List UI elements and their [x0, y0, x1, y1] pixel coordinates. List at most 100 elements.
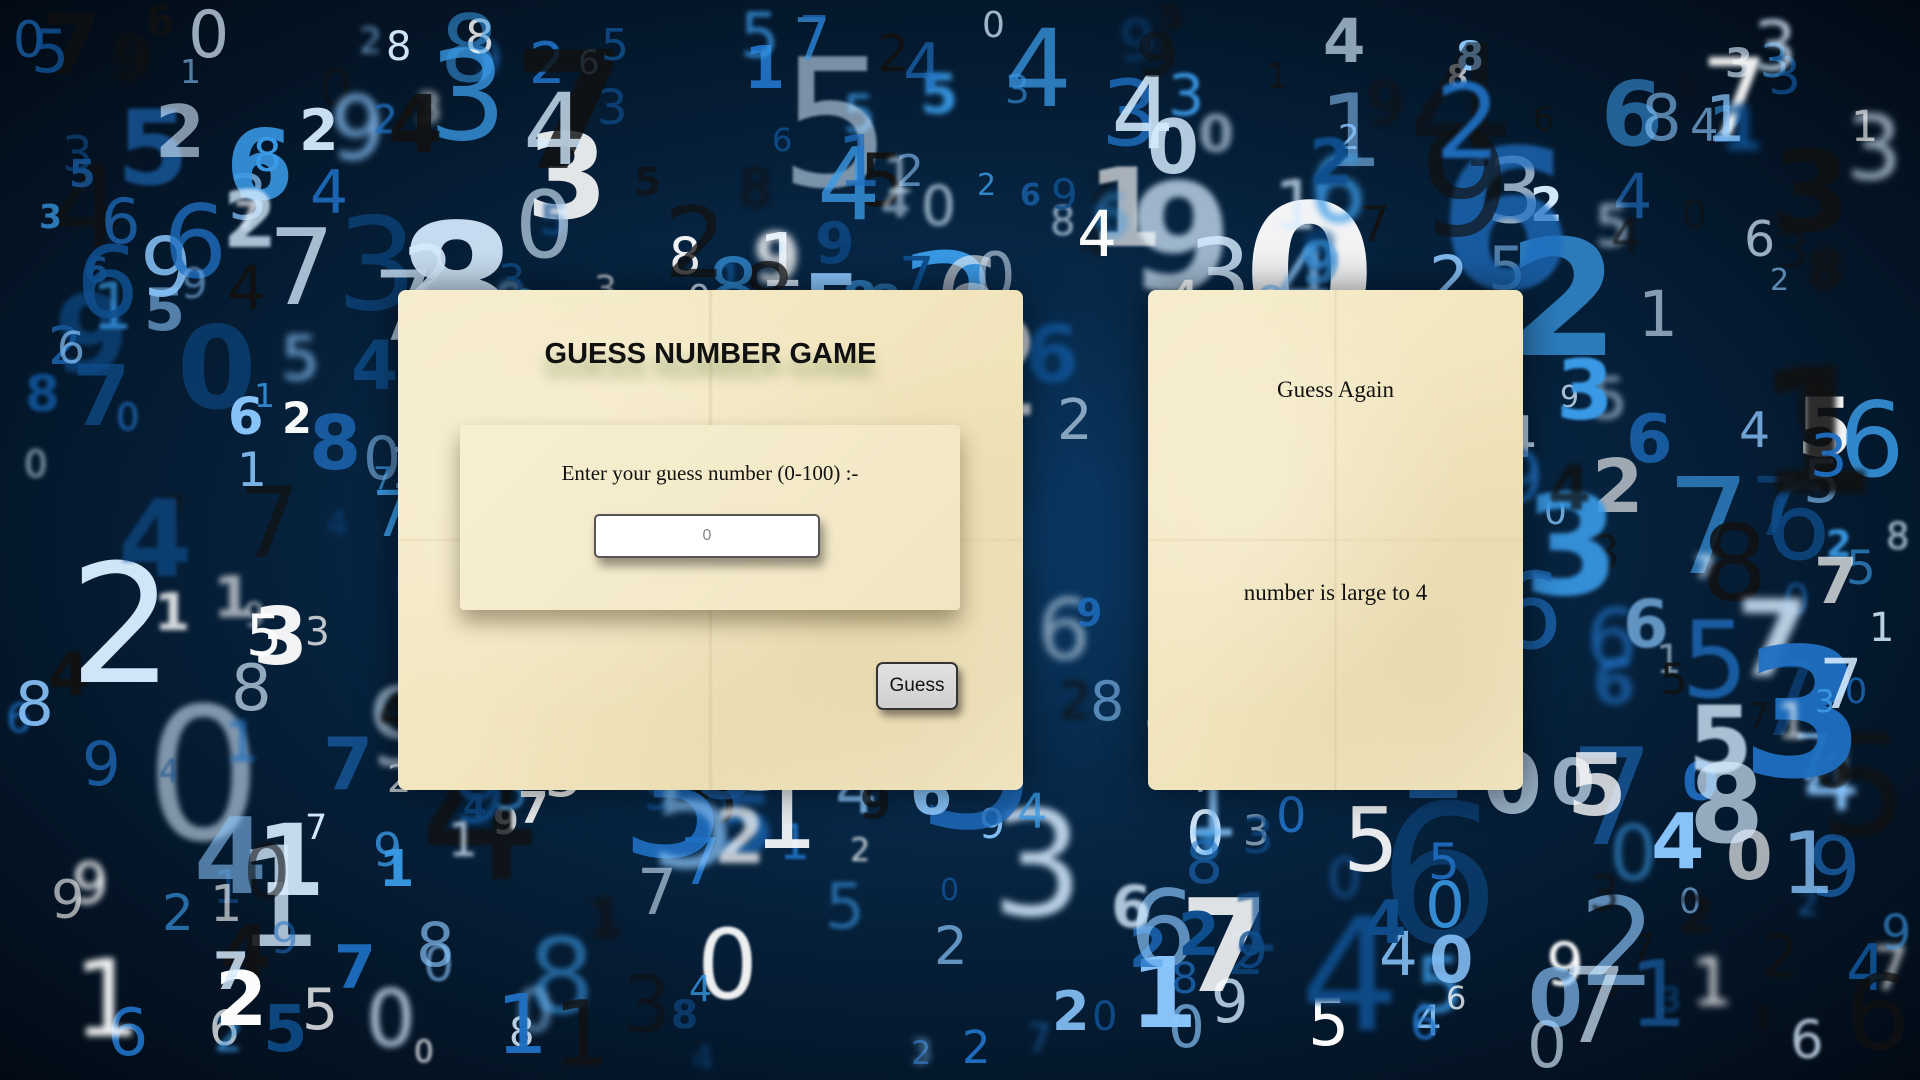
background-digit: 3	[1589, 866, 1620, 922]
background-digit: 6	[76, 226, 139, 341]
background-digit: 1	[379, 840, 415, 899]
background-digit: 0	[243, 828, 291, 916]
guess-number-input[interactable]	[594, 514, 820, 558]
background-digit: 5	[1343, 789, 1399, 892]
background-digit: 8	[1090, 670, 1125, 733]
background-digit: 9	[1236, 922, 1268, 980]
background-digit: 3	[1242, 807, 1274, 865]
guess-prompt-label: Enter your guess number (0-100) :-	[561, 461, 859, 485]
background-digit: 8	[1689, 743, 1765, 868]
background-digit: 3	[1753, 7, 1797, 87]
background-digit: 3	[911, 1032, 932, 1071]
background-digit: 7	[323, 722, 374, 806]
background-digit: 0	[921, 174, 956, 238]
background-digit: 1	[586, 887, 624, 950]
guess-input-card: Enter your guess number (0-100) :-	[460, 425, 960, 610]
background-digit: 0	[24, 443, 48, 486]
background-digit: 9	[1051, 170, 1078, 219]
background-digit: 2	[1052, 980, 1090, 1043]
background-digit: 1	[1777, 693, 1809, 750]
background-digit: 6	[1592, 646, 1636, 719]
background-digit: 5	[740, 0, 780, 72]
background-digit: 6	[1533, 99, 1554, 138]
background-digit: 8	[25, 365, 60, 423]
background-digit: 2	[359, 21, 382, 62]
background-digit: 4	[1323, 6, 1366, 77]
background-digit: 8	[15, 669, 54, 740]
background-digit: 2	[934, 916, 968, 977]
background-digit: 9	[1366, 69, 1405, 139]
background-digit: 0	[414, 1034, 434, 1070]
background-digit: 8	[739, 159, 773, 219]
background-digit: 3	[39, 197, 62, 236]
background-digit: 1	[496, 978, 549, 1073]
background-digit: 0	[116, 396, 140, 439]
background-digit: 1	[1705, 83, 1746, 157]
background-digit: 8	[1185, 828, 1224, 898]
background-digit: 2	[1059, 672, 1092, 731]
background-digit: 5	[1567, 736, 1627, 836]
background-digit: 5	[263, 993, 308, 1067]
background-digit: 2	[962, 1021, 991, 1074]
background-digit: 4	[1739, 402, 1771, 459]
background-digit: 6	[1790, 1010, 1824, 1071]
background-digit: 3	[1772, 126, 1851, 258]
background-digit: 1	[237, 443, 267, 498]
background-digit: 2	[1770, 263, 1790, 298]
background-digit: 6	[1626, 400, 1673, 478]
background-digit: 1	[837, 120, 883, 203]
background-digit: 6	[1020, 178, 1041, 213]
background-digit: 8	[440, 0, 500, 103]
background-digit: 0	[1092, 994, 1118, 1040]
background-digit: 0	[366, 975, 416, 1065]
background-digit: 3	[622, 961, 672, 1051]
background-digit: 1	[883, 147, 915, 205]
background-digit: 2	[282, 394, 312, 444]
background-digit: 2	[223, 176, 278, 266]
background-digit: 7	[268, 207, 335, 329]
background-digit: 1	[1274, 166, 1318, 246]
background-digit: 5	[31, 17, 70, 87]
background-digit: 4	[388, 79, 443, 171]
background-digit: 1	[1869, 605, 1895, 651]
background-digit: 2	[977, 168, 997, 203]
background-digit: 8	[309, 399, 362, 487]
background-digit: 5	[825, 870, 866, 943]
background-digit: 2	[850, 831, 871, 869]
guess-button[interactable]: Guess	[876, 662, 958, 710]
game-title: GUESS NUMBER GAME	[544, 338, 877, 370]
background-digit: 7	[799, 6, 830, 62]
background-digit: 0	[1276, 788, 1307, 844]
background-digit: 3	[305, 610, 330, 655]
background-digit: 4	[689, 969, 712, 1010]
background-digit: 1	[553, 982, 611, 1080]
background-digit: 2	[877, 25, 910, 84]
background-digit: 7	[1027, 1017, 1052, 1062]
background-digit: 9	[1076, 591, 1103, 635]
background-digit: 5	[601, 20, 629, 71]
background-digit: 1	[224, 710, 260, 775]
background-digit: 2	[162, 884, 194, 942]
background-digit: 3	[1005, 68, 1030, 113]
background-digit: 0	[982, 5, 1005, 46]
background-digit: 6	[1845, 954, 1911, 1074]
background-digit: 5	[144, 275, 186, 344]
background-digit: 9	[271, 914, 299, 964]
background-digit: 0	[423, 936, 455, 993]
background-digit: 3	[1556, 342, 1614, 439]
background-digit: 5	[1660, 655, 1688, 705]
background-digit: 5	[302, 977, 339, 1043]
background-digit: 1	[1638, 278, 1679, 351]
background-digit: 2	[155, 90, 206, 174]
background-digit: 3	[62, 126, 94, 183]
background-digit: 5	[281, 323, 320, 394]
background-digit: 7	[518, 783, 549, 834]
background-digit: 3	[1168, 63, 1205, 129]
game-panel: GUESS NUMBER GAME Enter your guess numbe…	[398, 290, 1023, 790]
background-digit: 8	[1886, 515, 1910, 558]
background-digit: 2	[1761, 922, 1800, 992]
background-digit: 6	[1446, 979, 1467, 1017]
background-digit: 3	[1810, 421, 1848, 490]
background-digit: 7	[213, 942, 250, 1002]
background-digit: 9	[82, 729, 121, 800]
